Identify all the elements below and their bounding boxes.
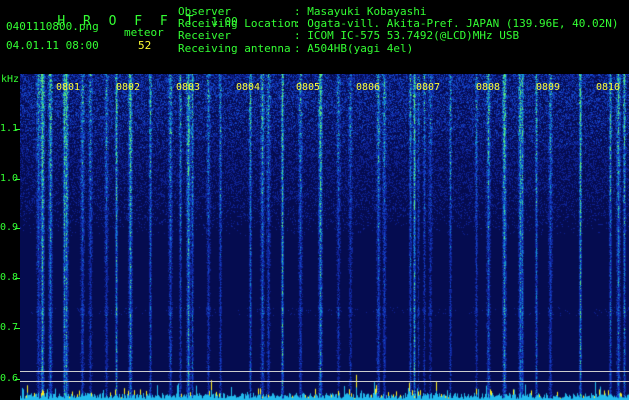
meteor-label: meteor: [124, 26, 164, 39]
time-label: 0809: [536, 82, 561, 93]
ytick-mark: [15, 228, 20, 229]
ytick-mark: [15, 278, 20, 279]
file-name: 0401110800.png: [6, 20, 99, 33]
antenna-key: Receiving antenna: [178, 42, 291, 55]
ytick-mark: [15, 179, 20, 180]
file-datetime: 04.01.11 08:00: [6, 39, 99, 52]
time-label: 0805: [296, 82, 321, 93]
time-label: 0807: [416, 82, 441, 93]
time-label: 0804: [236, 82, 261, 93]
receiver-value: : ICOM IC-575 53.7492(@LCD)MHz USB: [294, 29, 520, 42]
ytick-mark: [15, 379, 20, 380]
time-label: 0806: [356, 82, 381, 93]
meteor-count: 52: [138, 39, 152, 52]
axis-unit: kHz: [1, 74, 20, 85]
header-panel: H R O F F T 1.00 0401110800.png 04.01.11…: [0, 0, 629, 72]
time-label: 0810: [596, 82, 621, 93]
spectrogram: [20, 74, 629, 400]
time-label: 0808: [476, 82, 501, 93]
antenna-value: : A504HB(yagi 4el): [294, 42, 414, 55]
time-label: 0801: [56, 82, 81, 93]
ytick-mark: [15, 129, 20, 130]
spectrogram-canvas: [20, 74, 629, 400]
receiver-key: Receiver: [178, 29, 231, 42]
reference-line: [20, 371, 629, 372]
time-label: 0802: [116, 82, 141, 93]
ytick-mark: [15, 328, 20, 329]
reference-line: [20, 381, 629, 382]
time-label: 0803: [176, 82, 201, 93]
